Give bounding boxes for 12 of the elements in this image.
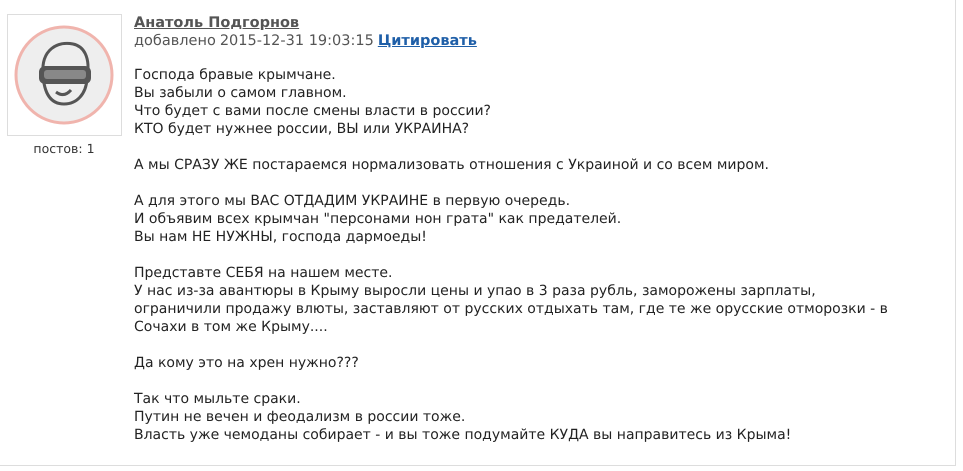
- post-paragraph: Представте СЕБЯ на нашем месте. У нас из-за авантюры в Крыму выросли цены и упао в 3 раза рубль, заморожены зарплаты, ограничили продажу влюты, заставляют от русских отдыхать там, где те же орусские отморозки - в Сочахи в том же Крыму....: [134, 264, 888, 336]
- post-paragraph: Да кому это на хрен нужно???: [134, 354, 360, 372]
- avatar-icon: [13, 24, 115, 126]
- post-paragraph: А для этого мы ВАС ОТДАДИМ УКРАИНЕ в первую очередь. И объявим всех крымчан "персонами нон грата" как предателей. Вы нам НЕ НУЖНЫ, господа дармоеды!: [134, 192, 622, 246]
- post-count: постов: 1: [33, 140, 95, 158]
- quote-link[interactable]: Цитировать: [378, 32, 477, 50]
- post-paragraph: А мы СРАЗУ ЖЕ постараемся нормализовать отношения с Украиной и со всем миром.: [134, 156, 770, 174]
- post-paragraph: Господа бравые крымчане. Вы забыли о самом главном. Что будет с вами после смены власти в россии? КТО будет нужнее россии, ВЫ или УКРАИНА?: [134, 66, 492, 138]
- date-label: добавлено: [134, 32, 216, 50]
- post-paragraph: Так что мыльте сраки. Путин не вечен и феодализм в россии тоже. Власть уже чемоданы собирает - и вы тоже подумайте КУДА вы направитесь из Крыма!: [134, 390, 792, 444]
- timestamp: 2015-12-31 19:03:15: [220, 32, 374, 50]
- author-link[interactable]: Анатоль Подгорнов: [134, 15, 300, 31]
